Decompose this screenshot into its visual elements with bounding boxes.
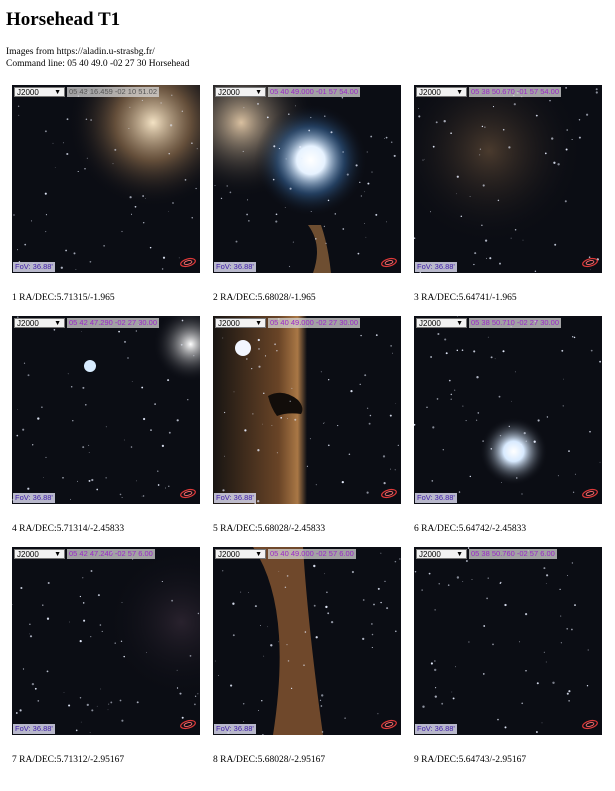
fov-readout: FoV: 36.88' — [13, 262, 55, 272]
coordinate-frame-select[interactable]: J2000 ▼ — [14, 549, 65, 559]
coordinate-readout: 05 40 49.000 -02 27 30.00 — [268, 318, 360, 328]
dropdown-arrow-icon: ▼ — [456, 89, 463, 96]
fov-readout: FoV: 36.88' — [415, 493, 457, 503]
aladin-logo-icon — [180, 257, 196, 268]
aladin-logo-icon — [180, 488, 196, 499]
position-caption: 9 RA/DEC:5.64743/-2.95167 — [414, 755, 527, 765]
frame-label: J2000 — [419, 88, 441, 97]
image-cell: J2000 ▼ 05 43 16.459 -02 10 51.02 FoV: 3… — [12, 85, 200, 304]
position-caption: 1 RA/DEC:5.71315/-1.965 — [12, 293, 115, 303]
position-caption: 4 RA/DEC:5.71314/-2.45833 — [12, 524, 125, 534]
dropdown-arrow-icon: ▼ — [255, 551, 262, 558]
sky-image[interactable]: J2000 ▼ 05 38 50.670 -01 57 54.00 FoV: 3… — [414, 85, 602, 273]
dropdown-arrow-icon: ▼ — [54, 320, 61, 327]
sky-image[interactable]: J2000 ▼ 05 42 47.240 -02 57 6.00 FoV: 36… — [12, 547, 200, 735]
frame-label: J2000 — [17, 319, 39, 328]
frame-label: J2000 — [419, 319, 441, 328]
coordinate-readout: 05 38 50.710 -02 27 30.00 — [469, 318, 561, 328]
dropdown-arrow-icon: ▼ — [255, 89, 262, 96]
fov-readout: FoV: 36.88' — [13, 724, 55, 734]
dropdown-arrow-icon: ▼ — [255, 320, 262, 327]
aladin-logo-icon — [582, 488, 598, 499]
coordinate-readout: 05 42 47.290 -02 27 30.00 — [67, 318, 159, 328]
sky-image[interactable]: J2000 ▼ 05 38 50.760 -02 57 6.00 FoV: 36… — [414, 547, 602, 735]
coordinate-readout: 05 40 49.000 -02 57 6.00 — [268, 549, 356, 559]
coordinate-frame-select[interactable]: J2000 ▼ — [416, 87, 467, 97]
aladin-logo-icon — [381, 488, 397, 499]
image-cell: J2000 ▼ 05 38 50.760 -02 57 6.00 FoV: 36… — [414, 547, 602, 766]
position-caption: 7 RA/DEC:5.71312/-2.95167 — [12, 755, 125, 765]
sky-image[interactable]: J2000 ▼ 05 40 49.000 -02 57 6.00 FoV: 36… — [213, 547, 401, 735]
frame-label: J2000 — [218, 550, 240, 559]
coordinate-readout: 05 42 47.240 -02 57 6.00 — [67, 549, 155, 559]
image-cell: J2000 ▼ 05 42 47.290 -02 27 30.00 FoV: 3… — [12, 316, 200, 535]
image-cell: J2000 ▼ 05 42 47.240 -02 57 6.00 FoV: 36… — [12, 547, 200, 766]
frame-label: J2000 — [218, 319, 240, 328]
aladin-logo-icon — [180, 719, 196, 730]
aladin-logo-icon — [381, 719, 397, 730]
coordinate-readout: 05 40 49.000 -01 57 54.00 — [268, 87, 360, 97]
coordinate-readout: 05 43 16.459 -02 10 51.02 — [67, 87, 159, 97]
coordinate-frame-select[interactable]: J2000 ▼ — [416, 318, 467, 328]
image-cell: J2000 ▼ 05 38 50.670 -01 57 54.00 FoV: 3… — [414, 85, 602, 304]
position-caption: 5 RA/DEC:5.68028/-2.45833 — [213, 524, 326, 534]
dropdown-arrow-icon: ▼ — [456, 320, 463, 327]
dropdown-arrow-icon: ▼ — [456, 551, 463, 558]
aladin-logo-icon — [582, 719, 598, 730]
source-line: Images from https://aladin.u-strasbg.fr/ — [6, 47, 155, 57]
image-cell: J2000 ▼ 05 40 49.000 -01 57 54.00 FoV: 3… — [213, 85, 401, 304]
position-caption: 2 RA/DEC:5.68028/-1.965 — [213, 293, 316, 303]
frame-label: J2000 — [17, 88, 39, 97]
fov-readout: FoV: 36.88' — [214, 262, 256, 272]
coordinate-readout: 05 38 50.670 -01 57 54.00 — [469, 87, 561, 97]
coordinate-frame-select[interactable]: J2000 ▼ — [215, 318, 266, 328]
command-line: Command line: 05 40 49.0 -02 27 30 Horse… — [6, 59, 190, 69]
sky-image[interactable]: J2000 ▼ 05 38 50.710 -02 27 30.00 FoV: 3… — [414, 316, 602, 504]
fov-readout: FoV: 36.88' — [214, 493, 256, 503]
aladin-logo-icon — [381, 257, 397, 268]
fov-readout: FoV: 36.88' — [415, 262, 457, 272]
position-caption: 6 RA/DEC:5.64742/-2.45833 — [414, 524, 527, 534]
dropdown-arrow-icon: ▼ — [54, 551, 61, 558]
coordinate-frame-select[interactable]: J2000 ▼ — [215, 87, 266, 97]
coordinate-frame-select[interactable]: J2000 ▼ — [416, 549, 467, 559]
frame-label: J2000 — [419, 550, 441, 559]
coordinate-frame-select[interactable]: J2000 ▼ — [215, 549, 266, 559]
coordinate-frame-select[interactable]: J2000 ▼ — [14, 318, 65, 328]
fov-readout: FoV: 36.88' — [13, 493, 55, 503]
coordinate-frame-select[interactable]: J2000 ▼ — [14, 87, 65, 97]
coordinate-readout: 05 38 50.760 -02 57 6.00 — [469, 549, 557, 559]
image-cell: J2000 ▼ 05 40 49.000 -02 57 6.00 FoV: 36… — [213, 547, 401, 766]
sky-image[interactable]: J2000 ▼ 05 43 16.459 -02 10 51.02 FoV: 3… — [12, 85, 200, 273]
position-caption: 3 RA/DEC:5.64741/-1.965 — [414, 293, 517, 303]
image-cell: J2000 ▼ 05 40 49.000 -02 27 30.00 FoV: 3… — [213, 316, 401, 535]
source-info: Images from https://aladin.u-strasbg.fr/… — [6, 46, 189, 70]
sky-image[interactable]: J2000 ▼ 05 40 49.000 -01 57 54.00 FoV: 3… — [213, 85, 401, 273]
frame-label: J2000 — [218, 88, 240, 97]
sky-image[interactable]: J2000 ▼ 05 42 47.290 -02 27 30.00 FoV: 3… — [12, 316, 200, 504]
page-title: Horsehead T1 — [6, 9, 121, 30]
aladin-logo-icon — [582, 257, 598, 268]
position-caption: 8 RA/DEC:5.68028/-2.95167 — [213, 755, 326, 765]
fov-readout: FoV: 36.88' — [415, 724, 457, 734]
dropdown-arrow-icon: ▼ — [54, 89, 61, 96]
image-cell: J2000 ▼ 05 38 50.710 -02 27 30.00 FoV: 3… — [414, 316, 602, 535]
fov-readout: FoV: 36.88' — [214, 724, 256, 734]
sky-image[interactable]: J2000 ▼ 05 40 49.000 -02 27 30.00 FoV: 3… — [213, 316, 401, 504]
frame-label: J2000 — [17, 550, 39, 559]
